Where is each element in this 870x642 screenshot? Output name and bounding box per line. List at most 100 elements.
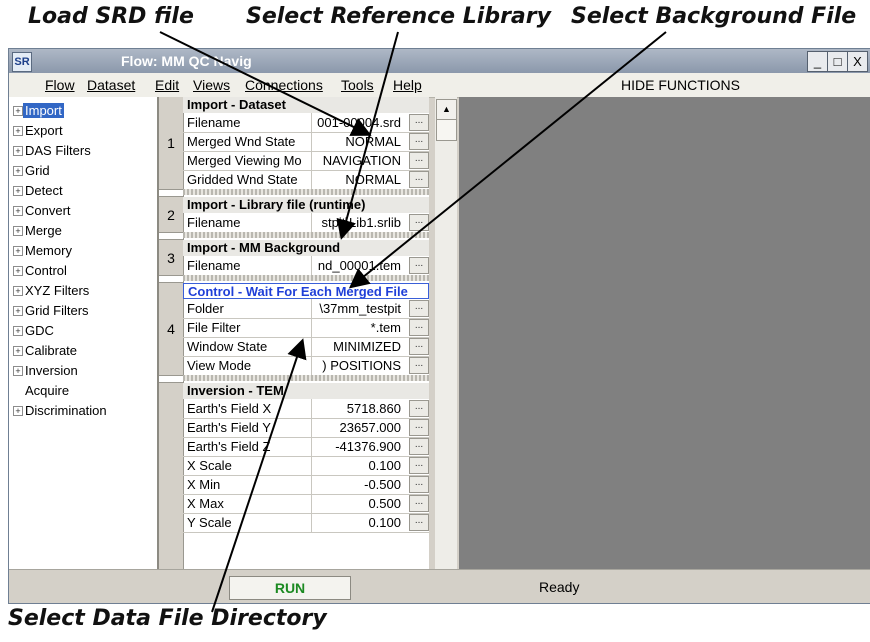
property-row[interactable]: X Min -0.500... [183,475,429,495]
property-value[interactable]: 001-00004.srd [313,115,401,130]
property-value[interactable]: \37mm_testpit [313,301,401,316]
property-value[interactable]: nd_00001.tem [313,258,401,273]
browse-button[interactable]: ... [409,319,429,336]
expand-icon[interactable]: + [13,346,23,356]
property-row[interactable]: Filename 001-00004.srd... [183,113,429,133]
browse-button[interactable]: ... [409,457,429,474]
property-row[interactable]: Merged Wnd State NORMAL... [183,132,429,152]
menu-dataset[interactable]: Dataset [87,77,135,93]
expand-icon[interactable]: + [13,206,23,216]
property-value[interactable]: 23657.000 [313,420,401,435]
expand-icon[interactable]: + [13,106,23,116]
tree-item[interactable]: + Detect [9,181,157,201]
menu-flow[interactable]: Flow [45,77,75,93]
browse-button[interactable]: ... [409,171,429,188]
tree-item[interactable]: + Convert [9,201,157,221]
expand-icon[interactable]: + [13,186,23,196]
run-button[interactable]: RUN [229,576,351,600]
map-view-area[interactable] [459,97,870,603]
section-header[interactable]: Import - Dataset [183,97,429,113]
property-value[interactable]: -41376.900 [313,439,401,454]
property-row[interactable]: Earth's Field X 5718.860... [183,399,429,419]
property-row[interactable]: Y Scale 0.100... [183,513,429,533]
property-row[interactable]: X Max 0.500... [183,494,429,514]
menu-connections[interactable]: Connections [245,77,323,93]
close-button[interactable]: X [847,51,868,72]
tree-item[interactable]: + Export [9,121,157,141]
expand-icon[interactable]: + [13,226,23,236]
property-value[interactable]: 0.100 [313,458,401,473]
expand-icon[interactable]: + [13,246,23,256]
section-header[interactable]: Inversion - TEM [183,383,429,399]
browse-button[interactable]: ... [409,476,429,493]
menu-tools[interactable]: Tools [341,77,374,93]
expand-icon[interactable]: + [13,306,23,316]
tree-item[interactable]: + Merge [9,221,157,241]
property-row[interactable]: View Mode) POSITIONS... [183,356,429,376]
tree-item[interactable]: + Discrimination [9,401,157,421]
property-value[interactable]: NORMAL [313,134,401,149]
browse-button[interactable]: ... [409,400,429,417]
property-value[interactable]: NORMAL [313,172,401,187]
tree-item[interactable]: + Grid [9,161,157,181]
tree-item[interactable]: + Grid Filters [9,301,157,321]
property-row[interactable]: X Scale 0.100... [183,456,429,476]
property-value[interactable]: MINIMIZED [313,339,401,354]
expand-icon[interactable]: + [13,146,23,156]
scroll-thumb[interactable] [436,119,457,141]
section-header[interactable]: Import - Library file (runtime) [183,197,429,213]
expand-icon[interactable]: + [13,126,23,136]
tree-item[interactable]: + DAS Filters [9,141,157,161]
tree-item[interactable]: + Control [9,261,157,281]
property-row[interactable]: Window State MINIMIZED... [183,337,429,357]
browse-button[interactable]: ... [409,338,429,355]
browse-button[interactable]: ... [409,152,429,169]
maximize-button[interactable]: □ [827,51,848,72]
section-header[interactable]: Control - Wait For Each Merged File [183,283,429,299]
tree-item[interactable]: + Inversion [9,361,157,381]
property-row[interactable]: Filename nd_00001.tem... [183,256,429,276]
property-row[interactable]: Earth's Field Z -41376.900... [183,437,429,457]
hide-functions-button[interactable]: HIDE FUNCTIONS [621,77,740,93]
browse-button[interactable]: ... [409,114,429,131]
expand-icon[interactable]: + [13,406,23,416]
property-value[interactable]: 5718.860 [313,401,401,416]
expand-icon[interactable]: + [13,286,23,296]
browse-button[interactable]: ... [409,300,429,317]
expand-icon[interactable]: + [13,326,23,336]
tree-item[interactable]: Acquire [9,381,157,401]
expand-icon[interactable]: + [13,366,23,376]
browse-button[interactable]: ... [409,133,429,150]
minimize-button[interactable]: _ [807,51,828,72]
property-row[interactable]: Gridded Wnd State NORMAL... [183,170,429,190]
tree-item[interactable]: + XYZ Filters [9,281,157,301]
title-bar[interactable]: SR Flow: MM QC Navig _ □ X [9,49,870,73]
scroll-up-button[interactable]: ▲ [436,99,457,120]
browse-button[interactable]: ... [409,214,429,231]
property-grid-scrollbar[interactable]: ▲ ▼ [435,97,457,603]
menu-help[interactable]: Help [393,77,422,93]
browse-button[interactable]: ... [409,514,429,531]
property-row[interactable]: Merged Viewing Mo NAVIGATION... [183,151,429,171]
tree-item[interactable]: + Memory [9,241,157,261]
property-value[interactable]: *.tem [313,320,401,335]
property-value[interactable]: NAVIGATION [313,153,401,168]
property-value[interactable]: stpit\Lib1.srlib [313,215,401,230]
expand-icon[interactable]: + [13,166,23,176]
property-value[interactable]: 0.500 [313,496,401,511]
browse-button[interactable]: ... [409,495,429,512]
browse-button[interactable]: ... [409,419,429,436]
property-value[interactable]: -0.500 [313,477,401,492]
section-header[interactable]: Import - MM Background [183,240,429,256]
property-value[interactable]: ) POSITIONS [313,358,401,373]
property-value[interactable]: 0.100 [313,515,401,530]
property-row[interactable]: File Filter *.tem... [183,318,429,338]
property-row[interactable]: Folder \37mm_testpit... [183,299,429,319]
menu-views[interactable]: Views [193,77,230,93]
browse-button[interactable]: ... [409,438,429,455]
property-row[interactable]: Earth's Field Y 23657.000... [183,418,429,438]
menu-edit[interactable]: Edit [155,77,179,93]
property-row[interactable]: Filename stpit\Lib1.srlib... [183,213,429,233]
expand-icon[interactable]: + [13,266,23,276]
browse-button[interactable]: ... [409,357,429,374]
